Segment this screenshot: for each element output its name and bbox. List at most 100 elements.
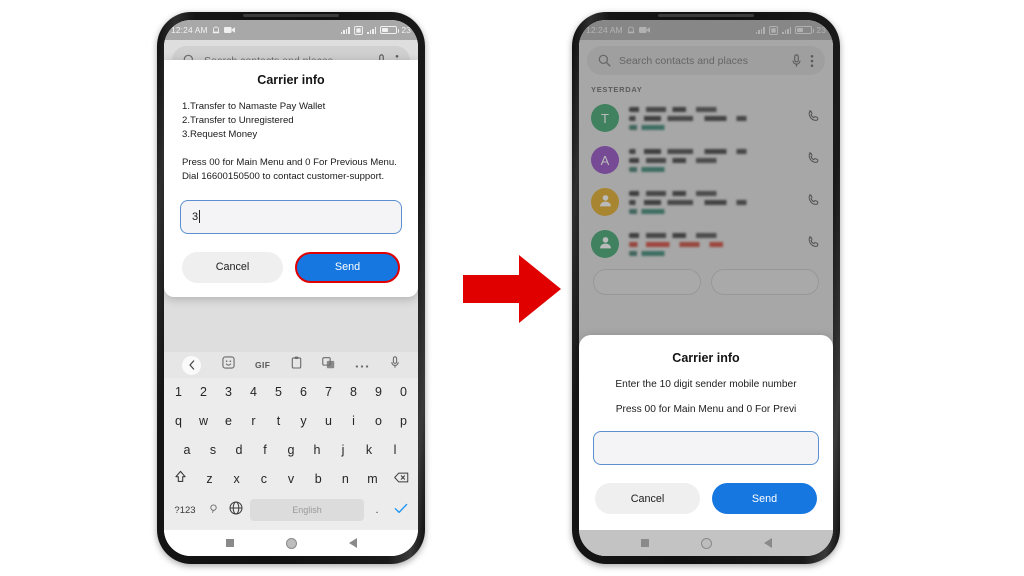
key-6[interactable]: 6: [291, 383, 316, 402]
key-3[interactable]: 3: [216, 383, 241, 402]
gif-button[interactable]: GIF: [255, 360, 270, 370]
key-a[interactable]: a: [174, 441, 200, 460]
dialog-instruction-text: Press 00 for Main Menu and 0 For Previou…: [182, 156, 397, 182]
keyboard-toolbar: GIF: [164, 352, 418, 378]
key-2[interactable]: 2: [191, 383, 216, 402]
left-status-bar: 12:24 AM 23: [164, 20, 418, 40]
clipboard-icon[interactable]: [291, 356, 302, 374]
emoji-comma-key[interactable]: [204, 504, 222, 516]
key-u[interactable]: u: [316, 412, 341, 431]
left-phone-device: 12:24 AM 23 Carrier info 1.Transfer to N…: [157, 12, 425, 564]
send-button[interactable]: Send: [712, 483, 817, 514]
key-z[interactable]: z: [196, 470, 223, 489]
key-o[interactable]: o: [366, 412, 391, 431]
sticker-icon[interactable]: [221, 356, 235, 374]
battery-percent: 23: [401, 25, 411, 35]
right-phone-device: 12:24 AM 23 Search contacts and places Y…: [572, 12, 840, 564]
key-m[interactable]: m: [359, 470, 386, 489]
menu-line-1: 1.Transfer to Namaste Pay Wallet: [182, 101, 326, 112]
key-q[interactable]: q: [166, 412, 191, 431]
period-key[interactable]: .: [368, 504, 386, 516]
shift-key-icon[interactable]: [166, 470, 196, 489]
key-n[interactable]: n: [332, 470, 359, 489]
language-globe-icon[interactable]: [226, 501, 246, 520]
key-8[interactable]: 8: [341, 383, 366, 402]
key-4[interactable]: 4: [241, 383, 266, 402]
dialog-menu-list: 1.Transfer to Namaste Pay Wallet 2.Trans…: [180, 100, 402, 143]
key-5[interactable]: 5: [266, 383, 291, 402]
signal-bars-icon: [340, 26, 350, 34]
key-r[interactable]: r: [241, 412, 266, 431]
back-triangle-icon[interactable]: [763, 538, 772, 548]
key-1[interactable]: 1: [166, 383, 191, 402]
dialog-title: Carrier info: [672, 351, 740, 365]
back-triangle-icon[interactable]: [348, 538, 357, 548]
text-caret: [199, 210, 201, 224]
right-phone-screen: 12:24 AM 23 Search contacts and places Y…: [579, 20, 833, 556]
keyboard-row-qwerty: q w e r t y u i o p: [164, 407, 418, 436]
cancel-button[interactable]: Cancel: [595, 483, 700, 514]
key-i[interactable]: i: [341, 412, 366, 431]
space-key[interactable]: English: [250, 499, 364, 521]
sd-card-icon: [354, 25, 363, 35]
left-navigation-bar: [164, 530, 418, 556]
key-j[interactable]: j: [330, 441, 356, 460]
key-b[interactable]: b: [305, 470, 332, 489]
earpiece-speaker: [243, 14, 339, 17]
symbols-key[interactable]: ?123: [170, 505, 200, 516]
key-7[interactable]: 7: [316, 383, 341, 402]
keyboard-row-asdf: a s d f g h j k l: [164, 436, 418, 465]
key-0[interactable]: 0: [391, 383, 416, 402]
recents-square-icon[interactable]: [225, 539, 234, 547]
key-l[interactable]: l: [382, 441, 408, 460]
recents-square-icon[interactable]: [640, 539, 649, 547]
back-chevron-icon[interactable]: [182, 355, 202, 375]
translate-icon[interactable]: [322, 356, 335, 374]
reply-input-field[interactable]: 3: [180, 199, 402, 234]
signal-bars-2-icon: [366, 26, 377, 34]
keyboard-row-bottom: ?123 English .: [164, 494, 418, 527]
key-s[interactable]: s: [200, 441, 226, 460]
key-p[interactable]: p: [391, 412, 416, 431]
right-navigation-bar: [579, 530, 833, 556]
dialog-line-1: Enter the 10 digit sender mobile number: [615, 379, 797, 390]
key-y[interactable]: y: [291, 412, 316, 431]
key-9[interactable]: 9: [366, 383, 391, 402]
microphone-icon[interactable]: [390, 356, 400, 374]
screenshot-canvas: 12:24 AM 23 Carrier info 1.Transfer to N…: [0, 0, 1024, 576]
backspace-key-icon[interactable]: [386, 470, 416, 489]
home-circle-icon[interactable]: [285, 537, 297, 549]
reply-input-value: 3: [192, 210, 199, 223]
on-screen-keyboard[interactable]: GIF 1 2 3 4 5 6 7 8 9 0 q w e r t y u i …: [164, 352, 418, 530]
key-d[interactable]: d: [226, 441, 252, 460]
more-dots-icon[interactable]: [355, 356, 369, 374]
key-k[interactable]: k: [356, 441, 382, 460]
right-carrier-info-dialog: Carrier info Enter the 10 digit sender m…: [579, 335, 833, 530]
reply-input-field[interactable]: [593, 431, 819, 465]
key-e[interactable]: e: [216, 412, 241, 431]
key-g[interactable]: g: [278, 441, 304, 460]
keyboard-row-numbers: 1 2 3 4 5 6 7 8 9 0: [164, 378, 418, 407]
menu-line-3: 3.Request Money: [182, 129, 258, 141]
battery-icon: [380, 25, 400, 35]
enter-check-key-icon[interactable]: [390, 501, 412, 519]
left-carrier-info-dialog: Carrier info 1.Transfer to Namaste Pay W…: [164, 60, 418, 297]
left-phone-screen: 12:24 AM 23 Carrier info 1.Transfer to N…: [164, 20, 418, 556]
keyboard-row-zxcv: z x c v b n m: [164, 465, 418, 494]
dialog-button-row: Cancel Send: [180, 251, 402, 283]
key-h[interactable]: h: [304, 441, 330, 460]
key-f[interactable]: f: [252, 441, 278, 460]
send-button[interactable]: Send: [295, 251, 400, 283]
key-c[interactable]: c: [250, 470, 277, 489]
transition-arrow-icon: [461, 253, 563, 330]
key-v[interactable]: v: [277, 470, 304, 489]
cancel-button[interactable]: Cancel: [182, 251, 283, 283]
key-t[interactable]: t: [266, 412, 291, 431]
earpiece-speaker: [658, 14, 754, 17]
alarm-icon: [212, 25, 220, 35]
key-w[interactable]: w: [191, 412, 216, 431]
status-time: 12:24 AM: [171, 25, 208, 35]
menu-line-2: 2.Transfer to Unregistered: [182, 115, 294, 127]
key-x[interactable]: x: [223, 470, 250, 489]
home-circle-icon[interactable]: [700, 537, 712, 549]
